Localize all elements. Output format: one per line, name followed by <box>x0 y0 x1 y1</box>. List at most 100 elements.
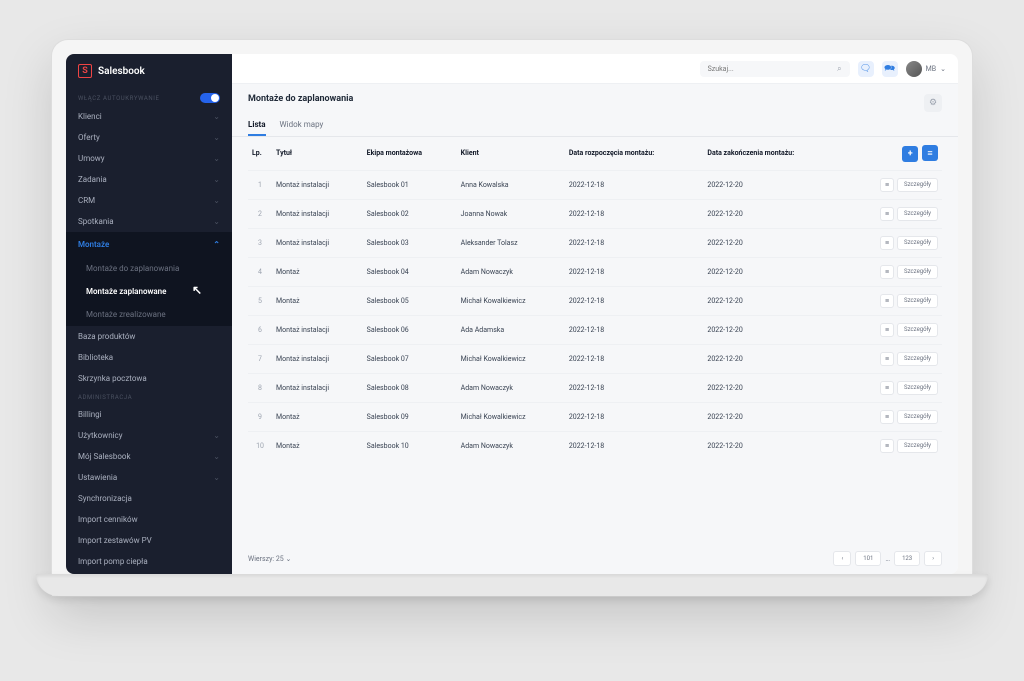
list-view-button[interactable]: ≡ <box>922 145 938 161</box>
montaz-submenu: Montaże ⌃ Montaże do zaplanowaniaMontaże… <box>66 232 232 326</box>
table-row[interactable]: 9 Montaż Salesbook 09 Michał Kowalkiewic… <box>248 402 942 431</box>
chevron-up-icon: ⌃ <box>213 240 220 249</box>
cell-start: 2022-12-18 <box>565 373 704 402</box>
cell-client: Ada Adamska <box>457 315 565 344</box>
details-button[interactable]: Szczegóły <box>897 381 938 395</box>
table-row[interactable]: 6 Montaż instalacji Salesbook 06 Ada Ada… <box>248 315 942 344</box>
sidebar-item[interactable]: Dokumenty Autenti <box>66 572 232 574</box>
col-ekipa: Ekipa montażowa <box>363 137 457 170</box>
row-menu-button[interactable]: ≡ <box>880 410 894 424</box>
tab-lista[interactable]: Lista <box>248 120 266 136</box>
cell-client: Michał Kowalkiewicz <box>457 344 565 373</box>
details-button[interactable]: Szczegóły <box>897 439 938 453</box>
chevron-down-icon: ⌄ <box>213 112 220 121</box>
notification-icon[interactable]: 🗨 <box>858 61 874 77</box>
table-row[interactable]: 1 Montaż instalacji Salesbook 01 Anna Ko… <box>248 170 942 199</box>
sidebar-item[interactable]: Import pomp ciepła <box>66 551 232 572</box>
cell-client: Anna Kowalska <box>457 170 565 199</box>
col-tytul: Tytuł <box>272 137 363 170</box>
row-menu-button[interactable]: ≡ <box>880 265 894 279</box>
table-row[interactable]: 7 Montaż instalacji Salesbook 07 Michał … <box>248 344 942 373</box>
sidebar-subitem[interactable]: Montaże zrealizowane <box>66 303 232 326</box>
sidebar-item[interactable]: Synchronizacja <box>66 488 232 509</box>
sidebar-item[interactable]: Import cenników <box>66 509 232 530</box>
sidebar-item[interactable]: CRM⌄ <box>66 190 232 211</box>
cell-title: Montaż instalacji <box>272 170 363 199</box>
messages-icon[interactable]: 🗪 <box>882 61 898 77</box>
details-button[interactable]: Szczegóły <box>897 207 938 221</box>
cell-client: Adam Nowaczyk <box>457 373 565 402</box>
sidebar-montaz-head[interactable]: Montaże ⌃ <box>66 232 232 257</box>
sidebar-item[interactable]: Ustawienia⌄ <box>66 467 232 488</box>
cell-end: 2022-12-20 <box>703 402 844 431</box>
cell-start: 2022-12-18 <box>565 344 704 373</box>
chevron-down-icon: ⌄ <box>213 175 220 184</box>
sidebar-item[interactable]: Klienci⌄ <box>66 106 232 127</box>
col-actions: + ≡ <box>844 137 942 170</box>
search-box[interactable]: ⌕ <box>700 61 850 77</box>
table-row[interactable]: 2 Montaż instalacji Salesbook 02 Joanna … <box>248 199 942 228</box>
page-prev[interactable]: ‹ <box>833 551 851 566</box>
user-menu[interactable]: MB ⌄ <box>906 61 946 77</box>
details-button[interactable]: Szczegóły <box>897 410 938 424</box>
details-button[interactable]: Szczegóły <box>897 323 938 337</box>
sidebar-item[interactable]: Umowy⌄ <box>66 148 232 169</box>
details-button[interactable]: Szczegóły <box>897 352 938 366</box>
table-row[interactable]: 8 Montaż instalacji Salesbook 08 Adam No… <box>248 373 942 402</box>
details-button[interactable]: Szczegóły <box>897 265 938 279</box>
sidebar-subitem[interactable]: Montaże zaplanowane↖ <box>66 280 232 303</box>
brand-name: Salesbook <box>98 66 145 77</box>
page-current[interactable]: 101 <box>855 551 881 566</box>
table-row[interactable]: 5 Montaż Salesbook 05 Michał Kowalkiewic… <box>248 286 942 315</box>
sidebar-item[interactable]: Oferty⌄ <box>66 127 232 148</box>
cell-client: Michał Kowalkiewicz <box>457 286 565 315</box>
chevron-down-icon: ⌄ <box>213 217 220 226</box>
details-button[interactable]: Szczegóły <box>897 178 938 192</box>
avatar <box>906 61 922 77</box>
cell-end: 2022-12-20 <box>703 199 844 228</box>
rows-per-page[interactable]: Wierszy: 25 ⌄ <box>248 555 291 563</box>
sidebar-item[interactable]: Spotkania⌄ <box>66 211 232 232</box>
sidebar-item[interactable]: Zadania⌄ <box>66 169 232 190</box>
add-button[interactable]: + <box>902 146 918 162</box>
row-menu-button[interactable]: ≡ <box>880 439 894 453</box>
row-menu-button[interactable]: ≡ <box>880 294 894 308</box>
details-button[interactable]: Szczegóły <box>897 294 938 308</box>
table-row[interactable]: 10 Montaż Salesbook 10 Adam Nowaczyk 202… <box>248 431 942 460</box>
page-next[interactable]: › <box>924 551 942 566</box>
tab-widok-mapy[interactable]: Widok mapy <box>280 120 324 136</box>
auto-hide-toggle[interactable] <box>200 93 220 103</box>
chevron-down-icon: ⌄ <box>213 452 220 461</box>
sidebar-item[interactable]: Użytkownicy⌄ <box>66 425 232 446</box>
sidebar-item[interactable]: Biblioteka <box>66 347 232 368</box>
row-menu-button[interactable]: ≡ <box>880 207 894 221</box>
sidebar-item[interactable]: Import zestawów PV <box>66 530 232 551</box>
sidebar-subitem[interactable]: Montaże do zaplanowania <box>66 257 232 280</box>
row-menu-button[interactable]: ≡ <box>880 323 894 337</box>
sidebar-item[interactable]: Billingi <box>66 404 232 425</box>
table-row[interactable]: 4 Montaż Salesbook 04 Adam Nowaczyk 2022… <box>248 257 942 286</box>
search-input[interactable] <box>708 65 838 73</box>
logo[interactable]: S Salesbook <box>66 54 232 88</box>
cell-lp: 6 <box>248 315 272 344</box>
page-last[interactable]: 123 <box>894 551 920 566</box>
gear-icon[interactable]: ⚙ <box>924 94 942 112</box>
main: ⌕ 🗨 🗪 MB ⌄ Montaże do zaplanowania ⚙ Lis… <box>232 54 958 574</box>
cell-title: Montaż instalacji <box>272 315 363 344</box>
auto-hide-row: WŁĄCZ AUTOUKRYWANIE <box>66 88 232 106</box>
cell-end: 2022-12-20 <box>703 431 844 460</box>
row-menu-button[interactable]: ≡ <box>880 352 894 366</box>
sidebar-item[interactable]: Baza produktów <box>66 326 232 347</box>
sidebar-item[interactable]: Skrzynka pocztowa <box>66 368 232 389</box>
row-menu-button[interactable]: ≡ <box>880 236 894 250</box>
sidebar-item[interactable]: Mój Salesbook⌄ <box>66 446 232 467</box>
details-button[interactable]: Szczegóły <box>897 236 938 250</box>
row-menu-button[interactable]: ≡ <box>880 381 894 395</box>
cell-lp: 2 <box>248 199 272 228</box>
table-row[interactable]: 3 Montaż instalacji Salesbook 03 Aleksan… <box>248 228 942 257</box>
cell-start: 2022-12-18 <box>565 431 704 460</box>
row-menu-button[interactable]: ≡ <box>880 178 894 192</box>
topbar: ⌕ 🗨 🗪 MB ⌄ <box>232 54 958 84</box>
cell-client: Adam Nowaczyk <box>457 257 565 286</box>
cell-start: 2022-12-18 <box>565 170 704 199</box>
